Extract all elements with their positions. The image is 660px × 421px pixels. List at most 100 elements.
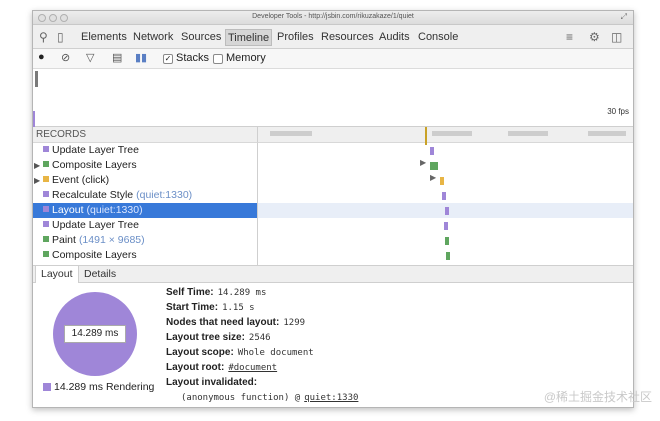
timeline-ruler: [258, 127, 633, 143]
record-color-swatch: [43, 206, 49, 212]
record-label: Event (click): [52, 174, 110, 186]
details-tab-bar: Layout Details: [33, 265, 633, 283]
record-row[interactable]: Update Layer Tree: [33, 143, 257, 158]
inspect-search-icon[interactable]: ⚲: [39, 30, 48, 44]
record-row[interactable]: Layout (quiet:1330): [33, 203, 257, 218]
record-location-link[interactable]: (quiet:1330): [87, 204, 143, 216]
record-bar[interactable]: [446, 252, 450, 260]
detail-value: 1299: [283, 318, 306, 328]
tab-elements[interactable]: Elements: [81, 29, 127, 46]
detail-value: 1.15 s: [222, 303, 255, 313]
record-row[interactable]: Paint (1491 × 9685): [33, 233, 257, 248]
expand-arrow-icon[interactable]: ▶: [430, 173, 436, 182]
record-color-swatch: [43, 236, 49, 242]
record-bar[interactable]: [445, 237, 449, 245]
record-row[interactable]: Composite Layers: [33, 248, 257, 263]
invalidated-function: (anonymous function) @: [181, 393, 301, 403]
tab-sources[interactable]: Sources: [181, 29, 221, 46]
timeline-row[interactable]: ▶: [258, 158, 633, 173]
record-bar[interactable]: [442, 192, 446, 200]
record-label: Update Layer Tree: [52, 144, 139, 156]
record-color-swatch: [43, 251, 49, 257]
record-location-link[interactable]: (quiet:1330): [136, 189, 192, 201]
memory-label: Memory: [226, 52, 266, 64]
invalidated-source-link[interactable]: quiet:1330: [304, 393, 358, 403]
window-title: Developer Tools - http://jsbin.com/rikuz…: [252, 13, 414, 20]
invalidated-stack: (anonymous function) @ quiet:1330: [181, 392, 358, 403]
frame-bar: [33, 111, 35, 127]
record-label: Update Layer Tree: [52, 219, 139, 231]
detail-label: Layout scope:: [166, 347, 234, 358]
ruler-segment: [588, 131, 626, 136]
record-color-swatch: [43, 176, 49, 182]
detail-value: 14.289 ms: [217, 288, 267, 298]
record-color-swatch: [43, 221, 49, 227]
detail-row: Start Time: 1.15 s: [166, 302, 255, 313]
timeline-bars: ▶ ▶: [258, 143, 633, 265]
drawer-toggle-icon[interactable]: ≡: [566, 30, 573, 44]
tab-timeline[interactable]: Timeline: [225, 29, 273, 46]
detail-row: Layout root: #document: [166, 362, 277, 373]
record-row[interactable]: Update Layer Tree: [33, 218, 257, 233]
bar-chart-icon[interactable]: ▮▮: [135, 51, 147, 64]
timeline-row[interactable]: [258, 188, 633, 203]
tab-network[interactable]: Network: [133, 29, 173, 46]
tab-details[interactable]: Details: [79, 266, 121, 283]
timeline-overview[interactable]: 30 fps: [33, 69, 633, 127]
device-mode-icon[interactable]: ▯: [57, 30, 64, 44]
detail-value: 2546: [248, 333, 271, 343]
memory-checkbox[interactable]: [213, 54, 223, 64]
record-row[interactable]: ▶ Event (click): [33, 173, 257, 188]
record-label: Recalculate Style: [52, 189, 134, 201]
record-row[interactable]: Recalculate Style (quiet:1330): [33, 188, 257, 203]
detail-value-link[interactable]: #document: [228, 363, 277, 373]
tab-profiles[interactable]: Profiles: [277, 29, 314, 46]
record-color-swatch: [43, 161, 49, 167]
record-color-swatch: [43, 191, 49, 197]
legend-text: 14.289 ms Rendering: [54, 381, 155, 393]
record-bar[interactable]: [440, 177, 444, 185]
record-location-link[interactable]: (1491 × 9685): [79, 234, 145, 246]
record-bar[interactable]: [444, 222, 448, 230]
detail-row: Self Time: 14.289 ms: [166, 287, 266, 298]
detail-label: Layout invalidated:: [166, 377, 258, 388]
record-label: Paint: [52, 234, 76, 246]
timeline-row[interactable]: [258, 203, 633, 218]
record-label: Composite Layers: [52, 159, 137, 171]
trash-icon[interactable]: ▤: [112, 51, 122, 64]
tab-layout[interactable]: Layout: [35, 266, 79, 283]
stacks-checkbox[interactable]: ✓: [163, 54, 173, 64]
record-bar[interactable]: [430, 147, 434, 155]
detail-label: Layout tree size:: [166, 332, 245, 343]
record-label: Composite Layers: [52, 249, 137, 261]
timeline-row[interactable]: [258, 233, 633, 248]
record-bar[interactable]: [445, 207, 449, 215]
pie-label: 14.289 ms: [64, 325, 126, 343]
panel-tab-bar: ⚲ ▯ Elements Network Sources Timeline Pr…: [33, 25, 633, 49]
timeline-toolbar: ● ⊘ ▽ ▤ ▮▮ ✓ Stacks Memory: [33, 49, 633, 69]
stacks-label: Stacks: [176, 52, 210, 64]
timeline-row[interactable]: [258, 248, 633, 263]
record-row[interactable]: ▶ Composite Layers: [33, 158, 257, 173]
record-icon[interactable]: ●: [38, 51, 45, 63]
tab-console[interactable]: Console: [418, 29, 458, 46]
timeline-row[interactable]: [258, 143, 633, 158]
filter-icon[interactable]: ▽: [86, 51, 94, 64]
fullscreen-icon[interactable]: ⤢: [621, 12, 627, 22]
dock-side-icon[interactable]: ◫: [611, 30, 622, 44]
timeline-row[interactable]: [258, 218, 633, 233]
clear-icon[interactable]: ⊘: [61, 51, 70, 64]
expand-arrow-icon[interactable]: ▶: [34, 173, 40, 188]
expand-arrow-icon[interactable]: ▶: [420, 158, 426, 167]
timeline-row[interactable]: ▶: [258, 173, 633, 188]
expand-arrow-icon[interactable]: ▶: [34, 158, 40, 173]
tab-resources[interactable]: Resources: [321, 29, 374, 46]
records-header: RECORDS: [33, 127, 258, 143]
detail-label: Layout root:: [166, 362, 225, 373]
ruler-segment: [270, 131, 312, 136]
tab-audits[interactable]: Audits: [379, 29, 410, 46]
record-bar[interactable]: [430, 162, 438, 170]
devtools-window: Developer Tools - http://jsbin.com/rikuz…: [32, 10, 634, 408]
gear-icon[interactable]: ⚙: [589, 30, 600, 44]
records-list: Update Layer Tree ▶ Composite Layers ▶ Event…: [33, 143, 258, 265]
